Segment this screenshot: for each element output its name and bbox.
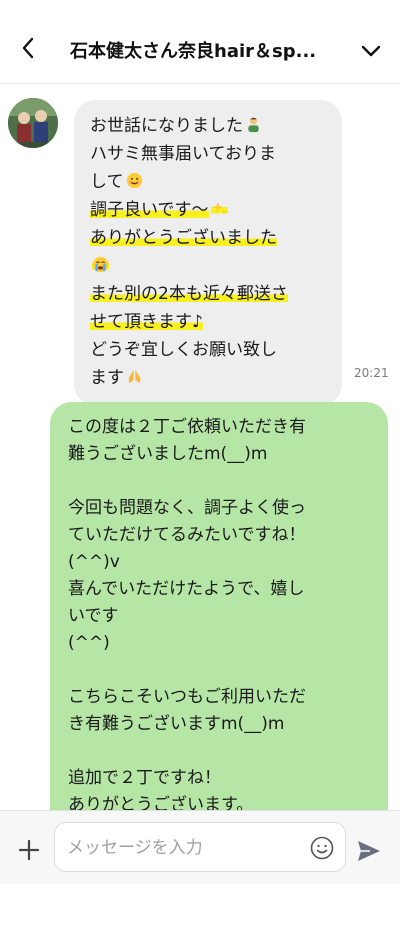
plus-icon[interactable] [16, 837, 42, 863]
outgoing-message-line: ていただけてるみたいですね！ [68, 525, 306, 545]
outgoing-message-line: 喜んでいただけたようで、嬉し [68, 579, 305, 599]
outgoing-message-line: き有難うございますm(__)m [68, 714, 285, 734]
sparkles-icon [210, 198, 228, 215]
message-input-box[interactable] [54, 822, 346, 872]
incoming-message-line: ありがとうございました [90, 224, 328, 252]
back-arrow-icon[interactable] [14, 34, 42, 62]
incoming-line-text: ます [90, 368, 124, 388]
outgoing-message-line: 難うございましたm(__)m [68, 444, 268, 464]
outgoing-message-line [68, 468, 374, 495]
send-icon[interactable] [356, 839, 382, 863]
man-bowing-icon [245, 114, 262, 133]
outgoing-message-line: (^^) [68, 633, 110, 653]
outgoing-message-line: 今回も問題なく、調子よく使っ [68, 498, 306, 518]
crying-face-icon [92, 254, 109, 273]
outgoing-message-line [68, 657, 374, 684]
message-composer [0, 810, 400, 884]
folded-hands-icon [126, 366, 143, 384]
incoming-message-line: ます [90, 364, 328, 392]
outgoing-message-line: 追加で２丁ですね！ [68, 768, 221, 788]
message-timestamp: 20:21 [354, 366, 389, 380]
emoji-smile-icon[interactable] [309, 835, 335, 861]
incoming-message-line: ハサミ無事届いておりま [90, 140, 328, 168]
bottom-safe-area [0, 884, 400, 932]
incoming-line-text: せて頂きます♪ [90, 312, 203, 332]
incoming-message-line: また別の2本も近々郵送さ [90, 280, 328, 308]
incoming-message-line: せて頂きます♪ [90, 308, 328, 336]
incoming-line-text: して [90, 172, 124, 192]
incoming-message-line: どうぞ宜しくお願い致し [90, 336, 328, 364]
incoming-line-text: 調子良いです〜 [90, 200, 209, 220]
incoming-message-bubble[interactable]: お世話になりましたハサミ無事届いておりま して調子良いです〜ありがとうございました… [74, 100, 342, 406]
chat-title[interactable]: 石本健太さん奈良hair＆sp... [70, 40, 332, 64]
incoming-line-text: ハサミ無事届いておりま [90, 144, 276, 164]
avatar[interactable] [8, 98, 58, 148]
outgoing-message-line: いです [68, 606, 119, 626]
message-input[interactable] [65, 833, 299, 863]
chat-area[interactable]: お世話になりましたハサミ無事届いておりま して調子良いです〜ありがとうございました… [0, 84, 400, 810]
incoming-line-text: また別の2本も近々郵送さ [90, 284, 288, 304]
incoming-message-line [90, 252, 328, 280]
incoming-line-text: ありがとうございました [90, 228, 277, 248]
outgoing-message-line [68, 738, 374, 765]
outgoing-message-line: ありがとうございます。 [68, 795, 254, 810]
outgoing-message-bubble[interactable]: この度は２丁ご依頼いただき有 難うございましたm(__)m 今回も問題なく、調子よく… [50, 402, 388, 810]
outgoing-message-line: (^^)v [68, 552, 120, 572]
incoming-message-line: お世話になりました [90, 112, 328, 140]
incoming-message-line: して [90, 168, 328, 196]
outgoing-message-line: この度は２丁ご依頼いただき有 [68, 417, 306, 437]
incoming-message-line: 調子良いです〜 [90, 196, 328, 224]
incoming-line-text: どうぞ宜しくお願い致し [90, 340, 277, 360]
smiling-face-icon [126, 170, 143, 189]
chat-header: 石本健太さん奈良hair＆sp... [0, 0, 400, 84]
chevron-down-icon[interactable] [356, 36, 386, 66]
outgoing-message-line: こちらこそいつもご利用いただ [68, 687, 306, 707]
incoming-line-text: お世話になりました [90, 116, 243, 136]
